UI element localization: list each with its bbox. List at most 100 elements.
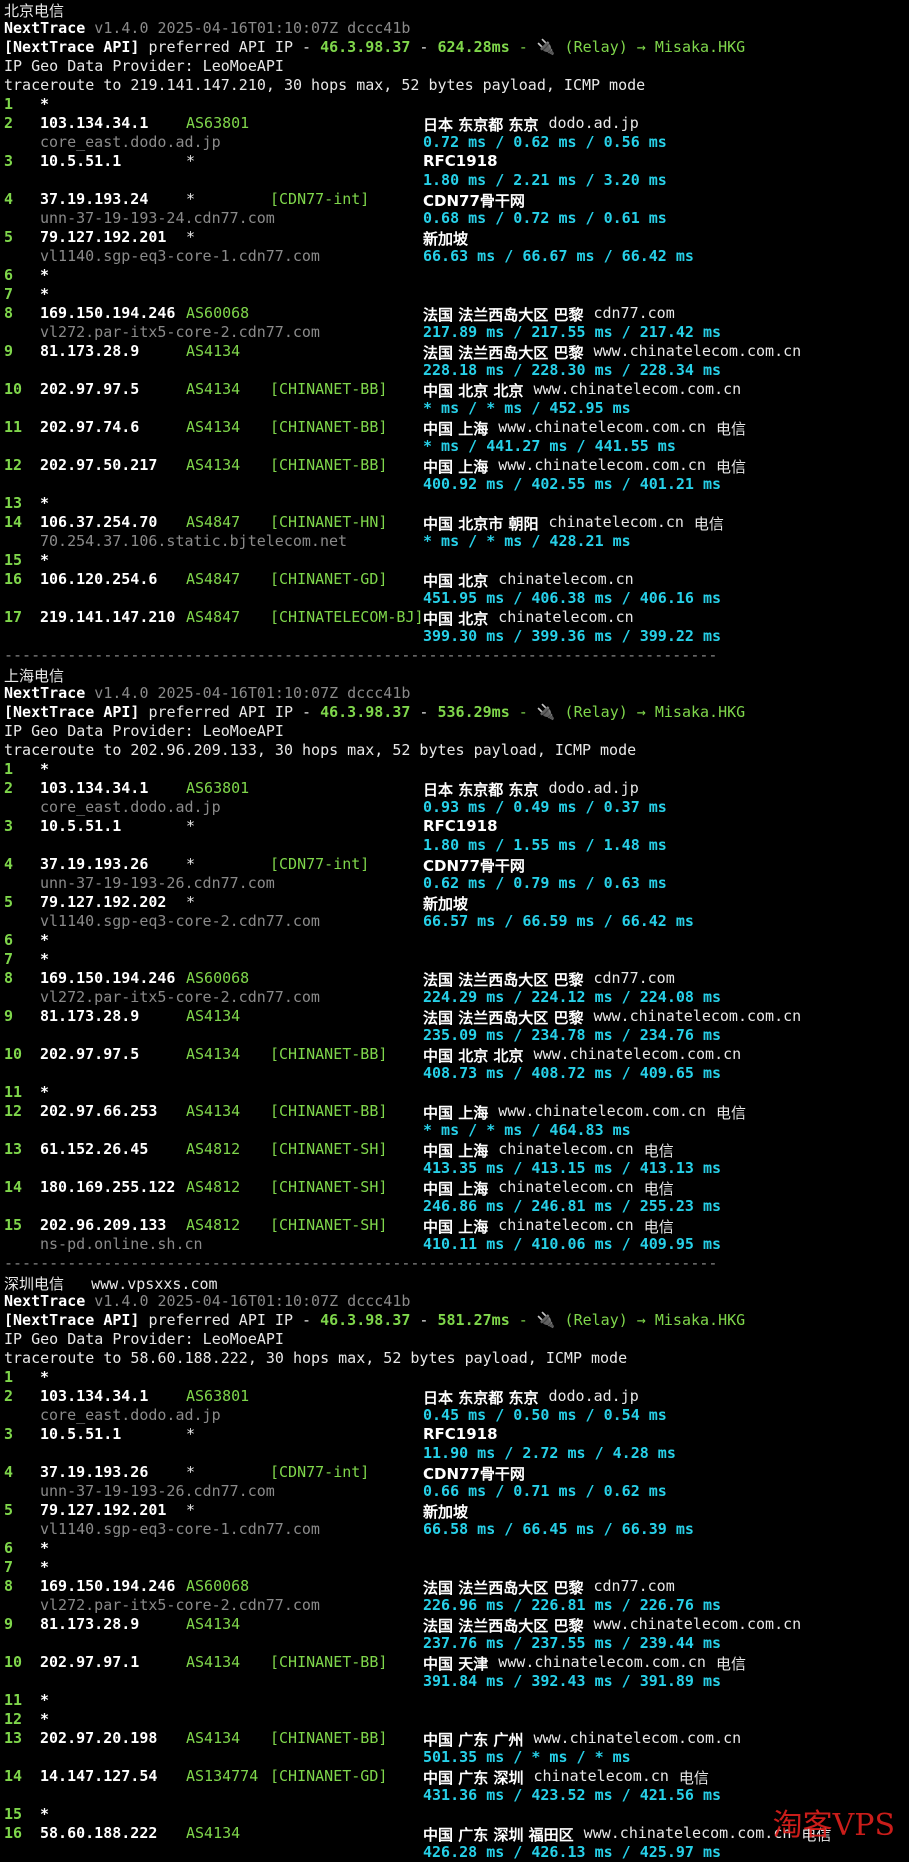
hop-geo: 法国 法兰西岛大区 巴黎 xyxy=(423,1009,584,1027)
hop-row: 3 10.5.51.1 * RFC1918 xyxy=(0,152,909,171)
hop-rtt: * ms / * ms / 428.21 ms xyxy=(423,532,631,550)
hop-rtt: 228.18 ms / 228.30 ms / 228.34 ms xyxy=(423,361,722,379)
line-text: IP Geo Data Provider: LeoMoeAPI xyxy=(4,1330,284,1348)
hop-ip: 219.141.147.210 xyxy=(40,608,176,626)
hop-rtt: 11.90 ms / 2.72 ms / 4.28 ms xyxy=(423,1444,676,1462)
hop-number: 7 xyxy=(4,1558,14,1576)
hop-asn: * xyxy=(186,855,196,873)
hop-rtt: 501.35 ms / * ms / * ms xyxy=(423,1748,631,1766)
hop-asn: AS4812 xyxy=(186,1178,241,1196)
app-name: NextTrace xyxy=(4,1292,86,1310)
hop-ip: * xyxy=(40,266,50,284)
hop-number: 10 xyxy=(4,380,23,398)
api-line: [NextTrace API] preferred API IP - 46.3.… xyxy=(0,703,909,722)
hop-row: 14 106.37.254.70 AS4847 [CHINANET-HN] 中国 北京市… xyxy=(0,513,909,533)
hop-rtt: 226.96 ms / 226.81 ms / 226.76 ms xyxy=(423,1596,722,1614)
hop-rtt: 66.58 ms / 66.45 ms / 66.39 ms xyxy=(423,1520,694,1538)
hop-isp: 电信 xyxy=(715,1655,746,1673)
hop-geo: 中国 上海 xyxy=(423,1104,489,1122)
hop-ip: 103.134.34.1 xyxy=(40,114,149,132)
hop-number: 6 xyxy=(4,1539,14,1557)
hop-ip: 169.150.194.246 xyxy=(40,304,176,322)
hop-tag: [CHINANET-BB] xyxy=(270,1102,388,1120)
hop-number: 8 xyxy=(4,969,14,987)
line-text: NextTrace v1.4.0 2025-04-16T01:10:07Z dc… xyxy=(4,19,410,37)
hop-number: 7 xyxy=(4,285,14,303)
section-title-text: 北京电信 xyxy=(4,2,65,20)
hop-number: 3 xyxy=(4,1425,14,1443)
hop-ip: * xyxy=(40,1368,50,1386)
api-route: - 🔌 (Relay) → Misaka.HKG xyxy=(509,1311,746,1329)
hop-rtt: 66.63 ms / 66.67 ms / 66.42 ms xyxy=(423,247,694,265)
traceroute-command: traceroute to 202.96.209.133, 30 hops ma… xyxy=(4,741,637,759)
hop-ip: 79.127.192.201 xyxy=(40,228,167,246)
hop-detail-row: 451.95 ms / 406.38 ms / 406.16 ms xyxy=(0,589,909,608)
hop-row: 12 202.97.50.217 AS4134 [CHINANET-BB] 中国 上海 w… xyxy=(0,456,909,476)
hop-geo: 新加坡 xyxy=(423,1503,469,1521)
hop-ip: 106.120.254.6 xyxy=(40,570,158,588)
hop-row: 1 * xyxy=(0,760,909,779)
hop-isp: 电信 xyxy=(715,420,746,438)
hop-detail-row: unn-37-19-193-26.cdn77.com 0.62 ms / 0.79… xyxy=(0,874,909,893)
hop-domain: www.chinatelecom.com.cn xyxy=(498,1653,706,1671)
hop-number: 15 xyxy=(4,1216,23,1234)
hop-isp: 电信 xyxy=(643,1142,674,1160)
hop-asn: AS63801 xyxy=(186,779,250,797)
hop-detail-row: 11.90 ms / 2.72 ms / 4.28 ms xyxy=(0,1444,909,1463)
hop-row: 10 202.97.97.1 AS4134 [CHINANET-BB] 中国 天津 www… xyxy=(0,1653,909,1673)
hop-number: 2 xyxy=(4,114,14,132)
hop-number: 2 xyxy=(4,1387,14,1405)
hop-number: 11 xyxy=(4,418,23,436)
hop-domain: dodo.ad.jp xyxy=(548,779,639,797)
hop-asn: * xyxy=(186,817,196,835)
hop-tag: [CHINANET-BB] xyxy=(270,1653,388,1671)
hop-ip: 202.97.66.253 xyxy=(40,1102,158,1120)
hop-tag: [CHINATELECOM-BJ] xyxy=(270,608,424,626)
separator: ----------------------------------------… xyxy=(4,646,718,664)
api-label: preferred API IP - xyxy=(139,1311,321,1329)
app-version: v1.4.0 2025-04-16T01:10:07Z dccc41b xyxy=(85,684,411,702)
hop-row: 13 202.97.20.198 AS4134 [CHINANET-BB] 中国 广东 … xyxy=(0,1729,909,1749)
hop-detail-row: core_east.dodo.ad.jp 0.72 ms / 0.62 ms / … xyxy=(0,133,909,152)
hop-row: 7 * xyxy=(0,1558,909,1577)
hop-detail-row: core_east.dodo.ad.jp 0.45 ms / 0.50 ms / … xyxy=(0,1406,909,1425)
hop-rtt: 237.76 ms / 237.55 ms / 239.44 ms xyxy=(423,1634,722,1652)
hop-number: 14 xyxy=(4,513,23,531)
hop-number: 3 xyxy=(4,817,14,835)
hop-detail-row: ns-pd.online.sh.cn 410.11 ms / 410.06 ms … xyxy=(0,1235,909,1254)
hop-tag: [CHINANET-SH] xyxy=(270,1216,388,1234)
hop-ip: * xyxy=(40,931,50,949)
hop-asn: AS4134 xyxy=(186,1729,241,1747)
hop-row: 17 219.141.147.210 AS4847 [CHINATELECOM-BJ]… xyxy=(0,608,909,628)
hop-asn: AS4847 xyxy=(186,570,241,588)
hop-asn: AS4812 xyxy=(186,1140,241,1158)
hop-ip: * xyxy=(40,760,50,778)
hop-geo: 日本 东京都 东京 xyxy=(423,1389,539,1407)
hop-domain: www.chinatelecom.com.cn xyxy=(593,1615,802,1633)
api-tag: [NextTrace API] xyxy=(4,1311,140,1329)
hop-detail-row: vl272.par-itx5-core-2.cdn77.com 217.89 ms… xyxy=(0,323,909,342)
hop-ip: * xyxy=(40,1710,50,1728)
hop-row: 6 * xyxy=(0,1539,909,1558)
hop-detail-row: unn-37-19-193-26.cdn77.com 0.66 ms / 0.71… xyxy=(0,1482,909,1501)
hop-row: 9 81.173.28.9 AS4134 法国 法兰西岛大区 巴黎 www.chinat… xyxy=(0,342,909,362)
hop-rtt: 391.84 ms / 392.43 ms / 391.89 ms xyxy=(423,1672,722,1690)
hop-ip: 14.147.127.54 xyxy=(40,1767,158,1785)
geo-provider: IP Geo Data Provider: LeoMoeAPI xyxy=(4,1330,284,1348)
hop-tag: [CHINANET-BB] xyxy=(270,1045,388,1063)
hop-isp: 电信 xyxy=(715,458,746,476)
hop-asn: AS4134 xyxy=(186,1824,241,1842)
hop-row: 15 202.96.209.133 AS4812 [CHINANET-SH] 中国 上海… xyxy=(0,1216,909,1236)
hop-domain: chinatelecom.cn xyxy=(498,570,634,588)
hop-ip: 79.127.192.202 xyxy=(40,893,167,911)
api-separator: - xyxy=(410,38,438,56)
hop-ptr: unn-37-19-193-26.cdn77.com xyxy=(40,1482,275,1500)
hop-asn: * xyxy=(186,1463,196,1481)
hop-domain: www.chinatelecom.com.cn xyxy=(533,380,742,398)
hop-asn: AS4134 xyxy=(186,1045,241,1063)
hop-row: 9 81.173.28.9 AS4134 法国 法兰西岛大区 巴黎 www.chinat… xyxy=(0,1007,909,1027)
hop-ip: 202.97.74.6 xyxy=(40,418,140,436)
hop-ip: 103.134.34.1 xyxy=(40,779,149,797)
geo-provider-line: IP Geo Data Provider: LeoMoeAPI xyxy=(0,1330,909,1349)
hop-detail-row: 246.86 ms / 246.81 ms / 255.23 ms xyxy=(0,1197,909,1216)
